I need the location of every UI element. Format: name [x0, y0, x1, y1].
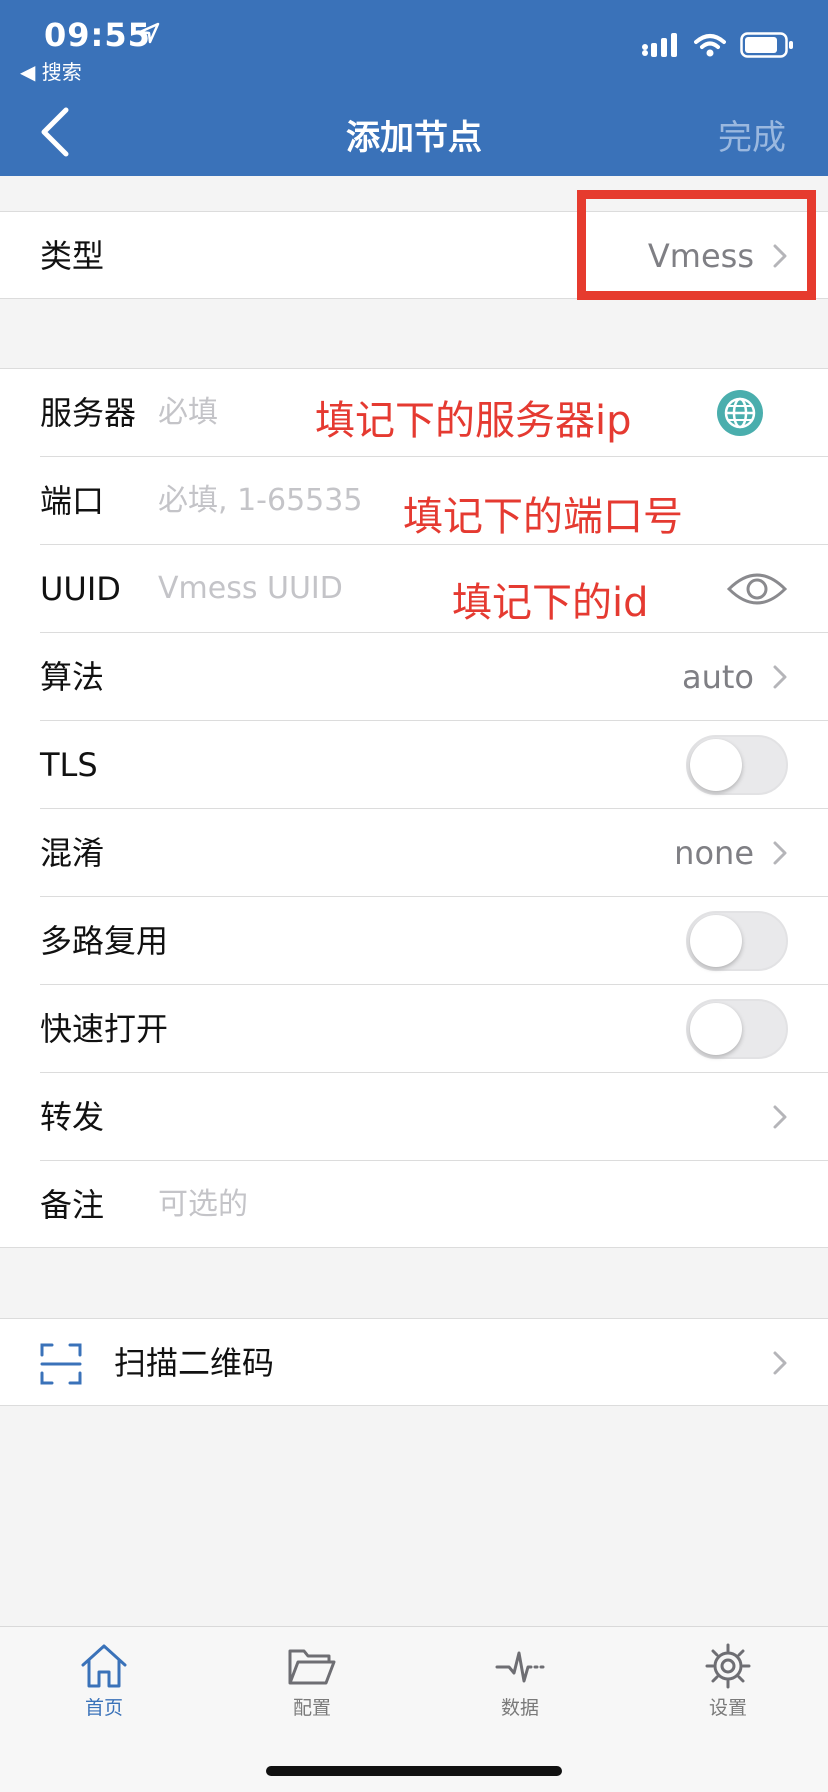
remark-row[interactable]: 备注 可选的 [0, 1161, 828, 1249]
port-annotation: 填记下的端口号 [403, 494, 683, 540]
home-indicator [266, 1766, 562, 1776]
location-arrow-icon [138, 22, 160, 44]
fast-open-label: 快速打开 [40, 1010, 169, 1048]
scan-section: 扫描二维码 [0, 1318, 828, 1406]
scan-icon [40, 1343, 82, 1385]
mux-toggle[interactable] [686, 911, 788, 971]
eye-icon[interactable] [726, 569, 788, 609]
gear-icon [705, 1643, 751, 1689]
tls-toggle[interactable] [686, 735, 788, 795]
signal-icon [642, 33, 677, 57]
tls-label: TLS [40, 746, 98, 784]
tab-data-label: 数据 [500, 1697, 539, 1719]
mux-label: 多路复用 [40, 922, 169, 960]
port-label: 端口 [40, 482, 105, 520]
pulse-icon [495, 1651, 545, 1683]
tab-config-label: 配置 [292, 1697, 331, 1719]
tab-data[interactable]: 数据 [460, 1643, 580, 1720]
obfs-label: 混淆 [40, 834, 105, 872]
globe-icon[interactable] [716, 389, 764, 437]
chevron-right-icon [773, 841, 787, 865]
status-indicators [640, 32, 794, 58]
page-title: 添加节点 [346, 118, 482, 158]
chevron-right-icon [773, 1351, 787, 1375]
tab-settings[interactable]: 设置 [668, 1643, 788, 1720]
algorithm-label: 算法 [40, 658, 105, 696]
uuid-row[interactable]: UUID Vmess UUID [0, 545, 828, 633]
obfs-value: none [674, 834, 754, 872]
tab-config[interactable]: 配置 [252, 1643, 372, 1720]
uuid-input[interactable]: Vmess UUID [158, 545, 343, 633]
server-input[interactable]: 必填 [158, 369, 218, 457]
tls-row: TLS [0, 721, 828, 809]
algorithm-row[interactable]: 算法 auto [0, 633, 828, 721]
remark-label: 备注 [40, 1186, 105, 1224]
remark-input[interactable]: 可选的 [158, 1161, 248, 1249]
chevron-right-icon [773, 1105, 787, 1129]
status-time: 09:55 [44, 16, 151, 54]
back-to-app-link[interactable]: ◀ 搜索 [20, 56, 82, 85]
uuid-label: UUID [40, 570, 121, 608]
scan-qr-row[interactable]: 扫描二维码 [0, 1319, 828, 1407]
scan-qr-label: 扫描二维码 [114, 1344, 275, 1382]
server-annotation: 填记下的服务器ip [315, 398, 632, 444]
uuid-annotation: 填记下的id [452, 580, 649, 626]
algorithm-value: auto [681, 658, 754, 696]
fast-open-toggle[interactable] [686, 999, 788, 1059]
wifi-icon [694, 34, 726, 57]
forward-label: 转发 [40, 1098, 105, 1136]
port-input[interactable]: 必填, 1-65535 [158, 457, 362, 545]
tab-home-label: 首页 [84, 1697, 123, 1719]
tab-home[interactable]: 首页 [44, 1643, 164, 1720]
done-button[interactable]: 完成 [718, 110, 786, 159]
forward-row[interactable]: 转发 [0, 1073, 828, 1161]
folder-icon [288, 1649, 336, 1685]
obfs-row[interactable]: 混淆 none [0, 809, 828, 897]
chevron-right-icon [773, 665, 787, 689]
mux-row: 多路复用 [0, 897, 828, 985]
highlight-box [577, 190, 816, 300]
header: 09:55 ◀ 搜索 添加节点 完成 [0, 0, 828, 176]
tab-settings-label: 设置 [708, 1697, 747, 1719]
server-label: 服务器 [40, 394, 137, 432]
fast-open-row: 快速打开 [0, 985, 828, 1073]
battery-icon [740, 32, 793, 58]
type-label: 类型 [40, 237, 105, 275]
home-icon [81, 1644, 127, 1688]
